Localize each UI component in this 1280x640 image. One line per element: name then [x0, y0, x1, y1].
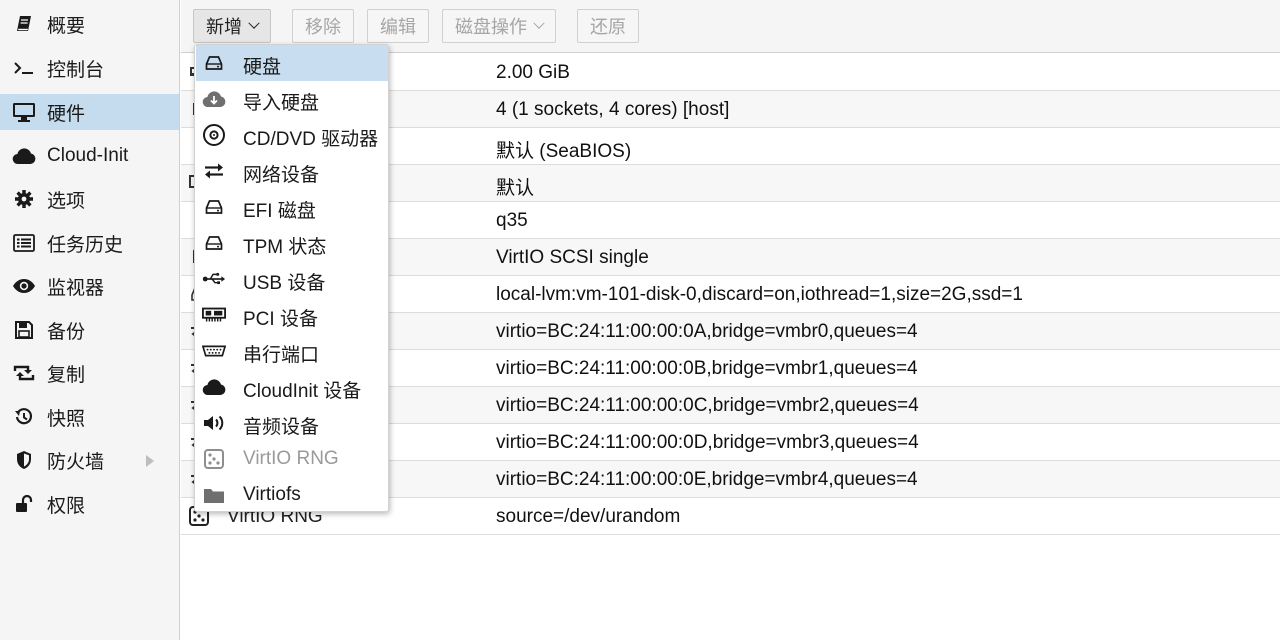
add-dropdown-menu: 硬盘 导入硬盘 CD/DVD 驱动器 网络设备 EFI 磁盘 TPM 状态 US…: [194, 44, 389, 512]
cloud-icon: [202, 375, 226, 399]
volume-icon: [202, 411, 226, 435]
sidebar-item-backup[interactable]: 备份: [0, 312, 179, 348]
sidebar-item-label: 复制: [47, 364, 86, 386]
chevron-down-icon: [533, 17, 545, 29]
floppy-icon: [12, 318, 36, 342]
disk-action-button[interactable]: 磁盘操作: [442, 9, 556, 43]
pci-card-icon: [202, 303, 226, 327]
menu-item-cd-dvd-drive[interactable]: CD/DVD 驱动器: [196, 117, 388, 153]
folder-icon: [202, 483, 226, 507]
edit-button[interactable]: 编辑: [367, 9, 429, 43]
gear-icon: [12, 187, 36, 211]
menu-item-audio-device[interactable]: 音频设备: [196, 405, 388, 441]
serial-port-icon: [202, 339, 226, 363]
sidebar-item-task-history[interactable]: 任务历史: [0, 225, 179, 261]
cloud-icon: [12, 144, 36, 168]
cloud-download-icon: [202, 87, 226, 111]
menu-item-pci-device[interactable]: PCI 设备: [196, 297, 388, 333]
sidebar-item-label: 快照: [47, 408, 86, 430]
sidebar-item-summary[interactable]: 概要: [0, 6, 179, 42]
sidebar-item-replication[interactable]: 复制: [0, 355, 179, 391]
hdd-icon: [202, 51, 226, 75]
sidebar-item-monitor[interactable]: 监视器: [0, 268, 179, 304]
menu-item-network-device[interactable]: 网络设备: [196, 153, 388, 189]
sidebar-item-label: 硬件: [47, 103, 86, 125]
menu-item-cloudinit-device[interactable]: CloudInit 设备: [196, 369, 388, 405]
cd-icon: [202, 123, 226, 147]
sidebar-item-firewall[interactable]: 防火墙: [0, 442, 179, 478]
book-icon: [12, 12, 36, 36]
revert-button[interactable]: 还原: [577, 9, 639, 43]
usb-icon: [202, 267, 226, 291]
menu-item-virtiofs[interactable]: Virtiofs: [196, 477, 388, 513]
menu-item-virtio-rng[interactable]: VirtIO RNG: [196, 441, 388, 477]
menu-item-efi-disk[interactable]: EFI 磁盘: [196, 189, 388, 225]
sidebar-item-snapshot[interactable]: 快照: [0, 399, 179, 435]
chevron-down-icon: [248, 17, 260, 29]
unlock-icon: [12, 492, 36, 516]
sidebar-item-label: 选项: [47, 190, 86, 212]
sidebar-item-label: 概要: [47, 15, 86, 37]
history-icon: [12, 405, 36, 429]
menu-item-hard-disk[interactable]: 硬盘: [196, 45, 388, 81]
sidebar-item-label: 防火墙: [47, 451, 105, 473]
hdd-icon: [202, 195, 226, 219]
shield-icon: [12, 448, 36, 472]
menu-item-usb-device[interactable]: USB 设备: [196, 261, 388, 297]
menu-item-import-disk[interactable]: 导入硬盘: [196, 81, 388, 117]
sidebar-item-options[interactable]: 选项: [0, 181, 179, 217]
add-button[interactable]: 新增: [193, 9, 271, 43]
remove-button[interactable]: 移除: [292, 9, 354, 43]
sidebar-item-label: 备份: [47, 321, 86, 343]
dice-icon: [202, 447, 226, 471]
menu-item-serial-port[interactable]: 串行端口: [196, 333, 388, 369]
sidebar-item-label: 控制台: [47, 59, 105, 81]
expand-arrow-icon[interactable]: [146, 455, 154, 467]
menu-item-tpm-state[interactable]: TPM 状态: [196, 225, 388, 261]
eye-icon: [12, 274, 36, 298]
terminal-icon: [12, 56, 36, 80]
sidebar: 概要 控制台 硬件 Cloud-Init 选项 任务历史 监视器 备份 复制 快…: [0, 0, 180, 640]
list-icon: [12, 231, 36, 255]
sidebar-item-hardware[interactable]: 硬件: [0, 94, 179, 130]
sidebar-item-label: 任务历史: [47, 234, 124, 256]
desktop-icon: [12, 100, 36, 124]
sidebar-item-label: 监视器: [47, 277, 105, 299]
sidebar-item-label: Cloud-Init: [47, 145, 129, 166]
sidebar-item-label: 权限: [47, 495, 86, 517]
retweet-icon: [12, 361, 36, 385]
sidebar-item-cloud-init[interactable]: Cloud-Init: [0, 138, 179, 174]
sidebar-item-console[interactable]: 控制台: [0, 50, 179, 86]
exchange-icon: [202, 159, 226, 183]
sidebar-item-permissions[interactable]: 权限: [0, 486, 179, 522]
hdd-icon: [202, 231, 226, 255]
